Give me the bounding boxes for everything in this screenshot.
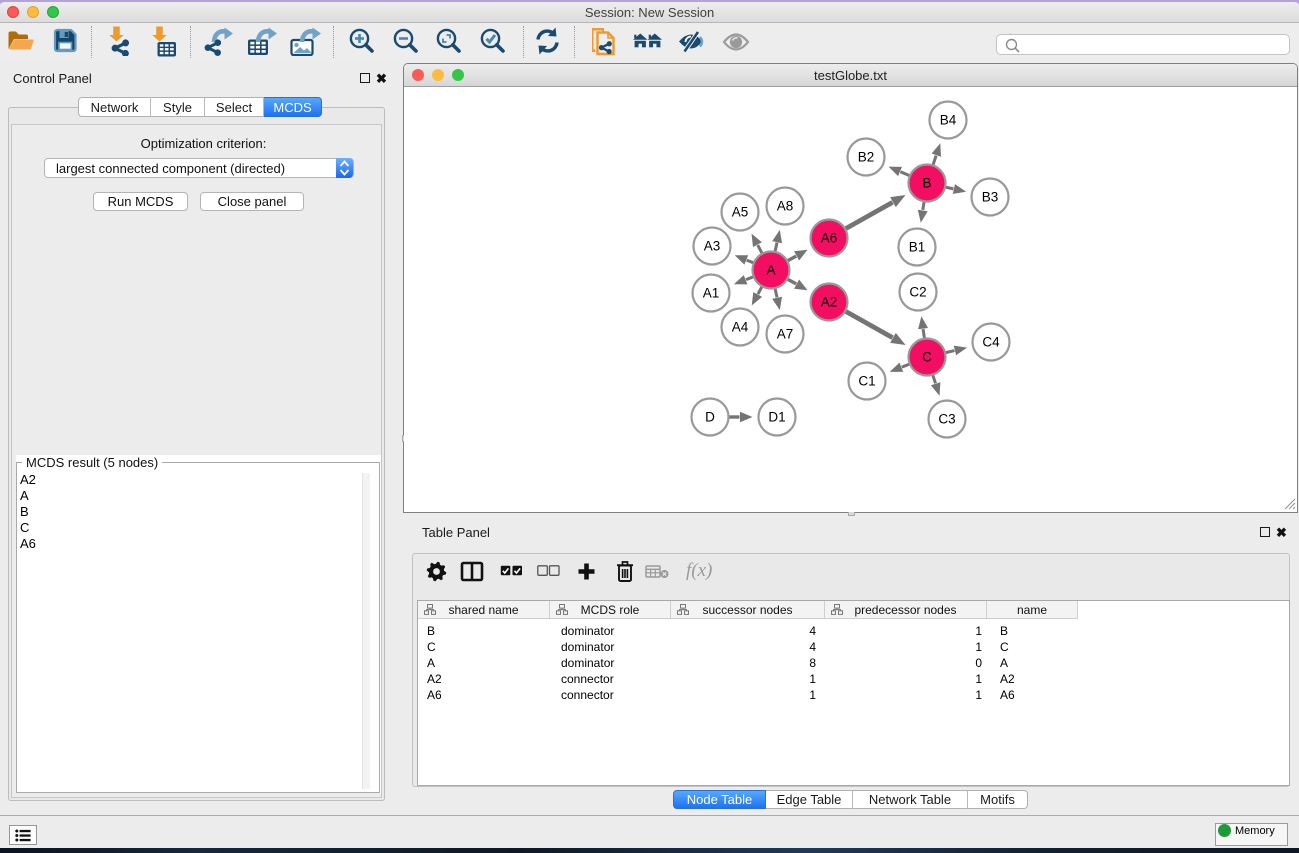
svg-text:A1: A1 [703, 286, 720, 301]
svg-text:C1: C1 [858, 374, 875, 389]
svg-text:A7: A7 [777, 327, 794, 342]
svg-text:B3: B3 [982, 190, 999, 205]
svg-text:C: C [922, 350, 932, 365]
svg-text:A6: A6 [821, 231, 838, 246]
svg-text:C4: C4 [982, 335, 1000, 350]
svg-text:B1: B1 [909, 240, 926, 255]
svg-text:D1: D1 [768, 410, 785, 425]
svg-text:B: B [922, 176, 931, 191]
svg-text:A: A [766, 263, 775, 278]
svg-text:A8: A8 [777, 199, 794, 214]
svg-text:A3: A3 [704, 239, 721, 254]
svg-text:C3: C3 [938, 412, 955, 427]
svg-text:D: D [705, 410, 715, 425]
svg-text:A2: A2 [821, 295, 838, 310]
svg-text:C2: C2 [909, 285, 926, 300]
svg-text:A4: A4 [732, 320, 749, 335]
svg-text:A5: A5 [732, 205, 749, 220]
svg-text:B4: B4 [940, 113, 957, 128]
svg-text:B2: B2 [858, 150, 875, 165]
